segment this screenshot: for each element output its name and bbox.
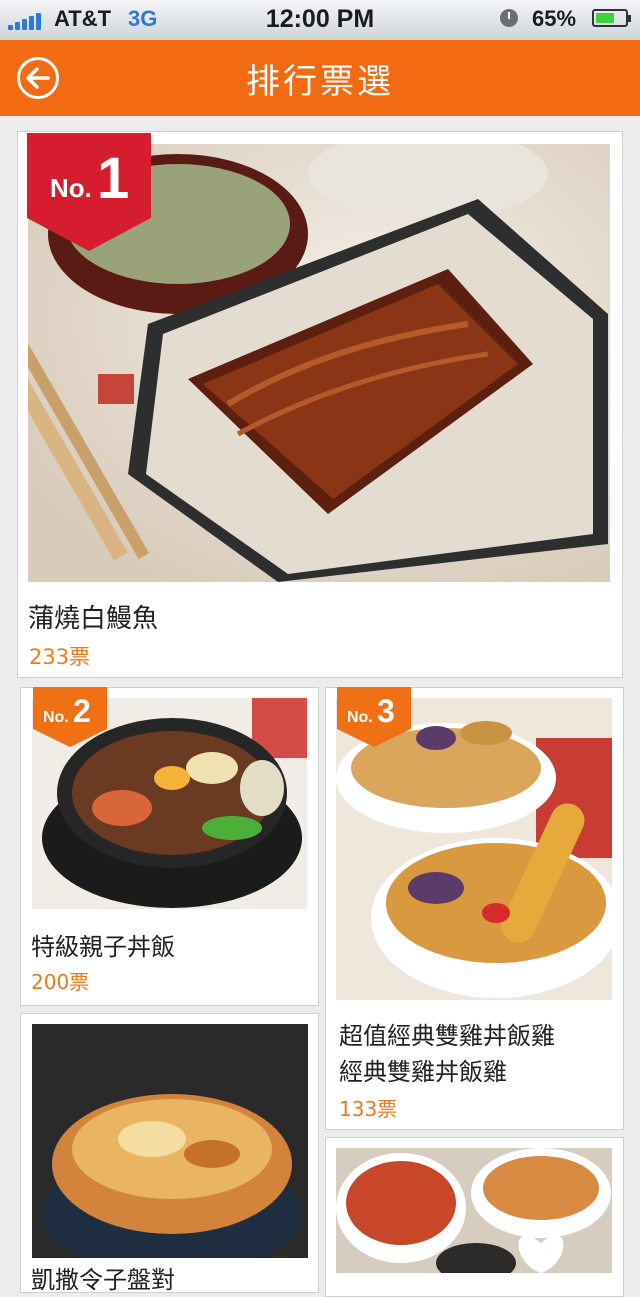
alarm-icon xyxy=(500,9,518,27)
page-title: 排行票選 xyxy=(246,62,394,102)
battery-percent: 65% xyxy=(532,6,577,31)
nav-header: 排行票選 xyxy=(0,40,640,116)
item-votes-2: 200票 xyxy=(31,970,90,994)
item-votes-1: 233票 xyxy=(29,645,91,669)
item-name-2: 特級親子丼飯 xyxy=(31,933,175,961)
item-name-3-line2: 經典雙雞丼飯雞 xyxy=(339,1058,507,1086)
rice-bowls-photo xyxy=(336,1148,612,1273)
item-name-1: 蒲燒白鰻魚 xyxy=(28,604,159,634)
status-bar: AT&T 3G 12:00 PM 65% xyxy=(0,0,640,41)
item-name-4: 凱撒令子盤對 xyxy=(31,1266,175,1294)
battery-icon xyxy=(592,9,631,27)
item-votes-3: 133票 xyxy=(339,1097,398,1121)
oyakodon-photo xyxy=(32,1024,308,1258)
item-name-3-line1: 超值經典雙雞丼飯雞 xyxy=(339,1022,555,1050)
